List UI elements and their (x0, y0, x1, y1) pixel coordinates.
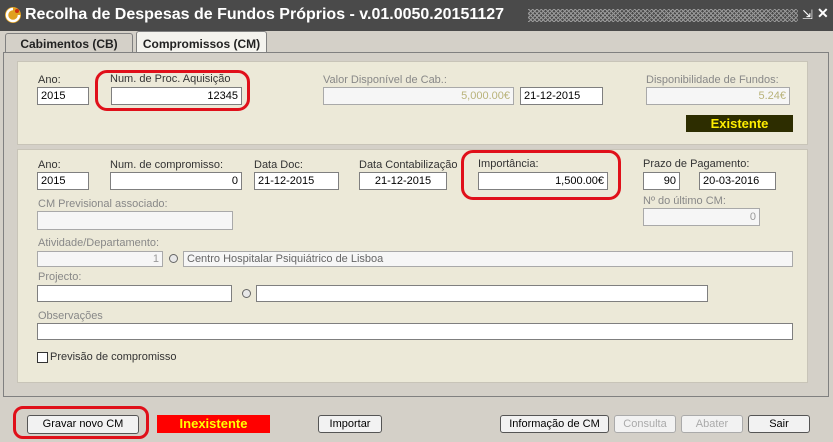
compromisso-status-badge: Inexistente (157, 415, 270, 433)
num-compromisso-label: Num. de compromisso: (110, 159, 224, 171)
title-bar-grip[interactable] (528, 9, 798, 22)
prazo-dias-field[interactable]: 90 (643, 172, 680, 190)
cm-previsional-field[interactable] (37, 211, 233, 230)
atividade-lookup-icon[interactable] (169, 254, 178, 263)
highlight-gravar-button (13, 406, 149, 439)
importar-button[interactable]: Importar (318, 415, 382, 433)
cm-ano-label: Ano: (38, 159, 61, 171)
abater-button[interactable]: Abater (681, 415, 743, 433)
cabimento-status-badge: Existente (686, 115, 793, 132)
data-doc-field[interactable]: 21-12-2015 (254, 172, 339, 190)
valor-disponivel-label: Valor Disponível de Cab.: (323, 74, 447, 86)
atividade-label: Atividade/Departamento: (38, 237, 160, 249)
cm-ano-field[interactable]: 2015 (37, 172, 89, 190)
data-contabilizacao-label: Data Contabilização : (359, 159, 464, 171)
tab-cabimentos[interactable]: Cabimentos (CB) (5, 33, 133, 53)
close-icon[interactable]: ✕ (817, 5, 829, 22)
highlight-proc-aquisicao (95, 70, 250, 111)
ano-field[interactable]: 2015 (37, 87, 89, 105)
observacoes-field[interactable] (37, 323, 793, 340)
valor-disponivel-field[interactable]: 5,000.00€ (323, 87, 514, 105)
data-contabilizacao-field[interactable]: 21-12-2015 (359, 172, 447, 190)
informacao-cm-button[interactable]: Informação de CM (500, 415, 609, 433)
previsao-checkbox[interactable] (37, 352, 48, 363)
consulta-button[interactable]: Consulta (614, 415, 676, 433)
cm-previsional-label: CM Previsional associado: (38, 198, 168, 210)
data-doc-label: Data Doc: (254, 159, 303, 171)
projecto-lookup-icon[interactable] (242, 289, 251, 298)
collapse-icon[interactable]: ⇲ (802, 7, 813, 23)
ultimo-cm-field[interactable]: 0 (643, 208, 760, 226)
sair-button[interactable]: Sair (748, 415, 810, 433)
previsao-label: Previsão de compromisso (50, 351, 177, 363)
ano-label: Ano: (38, 74, 61, 86)
prazo-data-field[interactable]: 20-03-2016 (699, 172, 776, 190)
ultimo-cm-label: Nº do último CM: (643, 195, 726, 207)
app-logo-icon (5, 7, 21, 23)
highlight-importancia (461, 150, 621, 200)
projecto-name-field[interactable] (256, 285, 708, 302)
atividade-name-field[interactable]: Centro Hospitalar Psiquiátrico de Lisboa (183, 251, 793, 267)
disponibilidade-label: Disponibilidade de Fundos: (646, 74, 779, 86)
tab-compromissos[interactable]: Compromissos (CM) (136, 31, 267, 53)
prazo-pagamento-label: Prazo de Pagamento: (643, 158, 750, 170)
projecto-code-field[interactable] (37, 285, 232, 302)
atividade-code-field[interactable]: 1 (37, 251, 163, 267)
window-title: Recolha de Despesas de Fundos Próprios -… (25, 6, 505, 23)
disponibilidade-field[interactable]: 5.24€ (646, 87, 790, 105)
valor-disponivel-date[interactable]: 21-12-2015 (520, 87, 603, 105)
observacoes-label: Observações (38, 310, 103, 322)
num-compromisso-field[interactable]: 0 (110, 172, 242, 190)
projecto-label: Projecto: (38, 271, 82, 283)
